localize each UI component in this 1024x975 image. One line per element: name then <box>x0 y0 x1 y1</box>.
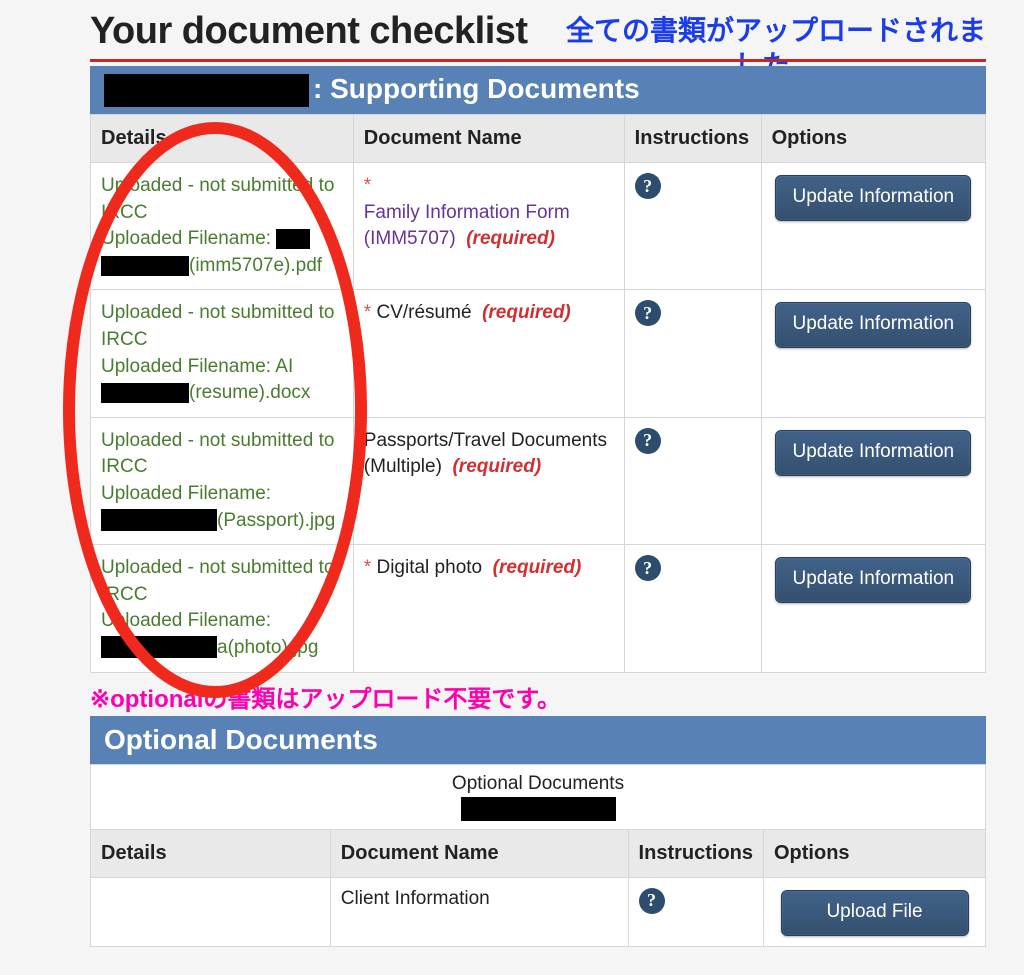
options-cell: Update Information <box>761 417 985 544</box>
update-information-button[interactable]: Update Information <box>775 302 971 348</box>
redacted-filename <box>101 383 189 403</box>
col-instructions: Instructions <box>624 115 761 163</box>
instructions-cell: ? <box>624 545 761 672</box>
col-details: Details <box>91 115 354 163</box>
table-row: Uploaded - not submitted to IRCC Uploade… <box>91 290 986 417</box>
page-title-row: Your document checklist <box>90 10 986 62</box>
help-icon[interactable]: ? <box>635 428 661 454</box>
page-title: Your document checklist <box>90 10 986 53</box>
filename-suffix: (imm5707e).pdf <box>189 255 322 276</box>
details-cell: Uploaded - not submitted to IRCC Uploade… <box>91 290 354 417</box>
instructions-cell: ? <box>624 417 761 544</box>
optional-not-needed-note: ※optionalの書類はアップロード不要です。 <box>90 679 986 714</box>
redacted-applicant <box>104 74 309 107</box>
doc-name-cell: * Digital photo (required) <box>353 545 624 672</box>
upload-file-button[interactable]: Upload File <box>781 890 969 936</box>
required-asterisk: * <box>364 175 371 196</box>
help-icon[interactable]: ? <box>635 300 661 326</box>
filename-suffix: (resume).docx <box>189 382 310 403</box>
details-cell: Uploaded - not submitted to IRCC Uploade… <box>91 417 354 544</box>
section-header-supporting: : Supporting Documents <box>90 66 986 114</box>
options-cell: Update Information <box>761 545 985 672</box>
help-icon[interactable]: ? <box>639 888 665 914</box>
redacted-filename <box>101 509 217 531</box>
redacted-filename <box>101 636 217 658</box>
update-information-button[interactable]: Update Information <box>775 430 971 476</box>
instructions-cell: ? <box>624 163 761 290</box>
upload-status: Uploaded - not submitted to IRCC <box>101 557 334 605</box>
required-tag: (required) <box>452 456 541 477</box>
table-row: Uploaded - not submitted to IRCC Uploade… <box>91 163 986 290</box>
doc-name: CV/résumé <box>376 302 471 323</box>
help-icon[interactable]: ? <box>635 173 661 199</box>
required-tag: (required) <box>482 302 571 323</box>
table-row: Client Information ? Upload File <box>91 877 986 946</box>
filename-label: Uploaded Filename: <box>101 483 271 504</box>
section-title-optional: Optional Documents <box>104 724 378 755</box>
doc-name-cell: * CV/résumé (required) <box>353 290 624 417</box>
upload-status: Uploaded - not submitted to IRCC <box>101 302 334 350</box>
required-tag: (required) <box>466 228 555 249</box>
update-information-button[interactable]: Update Information <box>775 557 971 603</box>
filename-suffix: a(photo).jpg <box>217 637 318 658</box>
details-cell: Uploaded - not submitted to IRCC Uploade… <box>91 545 354 672</box>
required-asterisk: * <box>364 302 371 323</box>
redacted-filename <box>276 229 310 249</box>
upload-status: Uploaded - not submitted to IRCC <box>101 175 334 223</box>
doc-name-cell: Client Information <box>330 877 628 946</box>
redacted-applicant <box>461 797 616 821</box>
redacted-filename <box>101 256 189 276</box>
optional-caption-row: Optional Documents <box>91 764 986 829</box>
filename-label: Uploaded Filename: <box>101 228 271 249</box>
details-cell: Uploaded - not submitted to IRCC Uploade… <box>91 163 354 290</box>
options-cell: Update Information <box>761 163 985 290</box>
doc-name-cell: * Family Information Form (IMM5707) (req… <box>353 163 624 290</box>
required-tag: (required) <box>493 557 582 578</box>
optional-documents-table: Optional Documents Details Document Name… <box>90 764 986 947</box>
col-options: Options <box>764 829 986 877</box>
options-cell: Upload File <box>764 877 986 946</box>
optional-caption: Optional Documents <box>452 773 624 794</box>
doc-name-cell: Passports/Travel Documents (Multiple) (r… <box>353 417 624 544</box>
filename-label: Uploaded Filename: AI <box>101 356 293 377</box>
table-row: Uploaded - not submitted to IRCC Uploade… <box>91 417 986 544</box>
doc-name: Digital photo <box>376 557 482 578</box>
details-cell <box>91 877 331 946</box>
update-information-button[interactable]: Update Information <box>775 175 971 221</box>
filename-suffix: (Passport).jpg <box>217 510 335 531</box>
options-cell: Update Information <box>761 290 985 417</box>
instructions-cell: ? <box>628 877 763 946</box>
col-doc-name: Document Name <box>330 829 628 877</box>
required-asterisk: * <box>364 557 371 578</box>
upload-status: Uploaded - not submitted to IRCC <box>101 430 334 478</box>
section-title-supporting: : Supporting Documents <box>313 73 640 104</box>
col-details: Details <box>91 829 331 877</box>
help-icon[interactable]: ? <box>635 555 661 581</box>
instructions-cell: ? <box>624 290 761 417</box>
col-instructions: Instructions <box>628 829 763 877</box>
filename-label: Uploaded Filename: <box>101 610 271 631</box>
section-header-optional: Optional Documents <box>90 716 986 764</box>
col-doc-name: Document Name <box>353 115 624 163</box>
table-row: Uploaded - not submitted to IRCC Uploade… <box>91 545 986 672</box>
supporting-documents-table: Details Document Name Instructions Optio… <box>90 114 986 673</box>
col-options: Options <box>761 115 985 163</box>
